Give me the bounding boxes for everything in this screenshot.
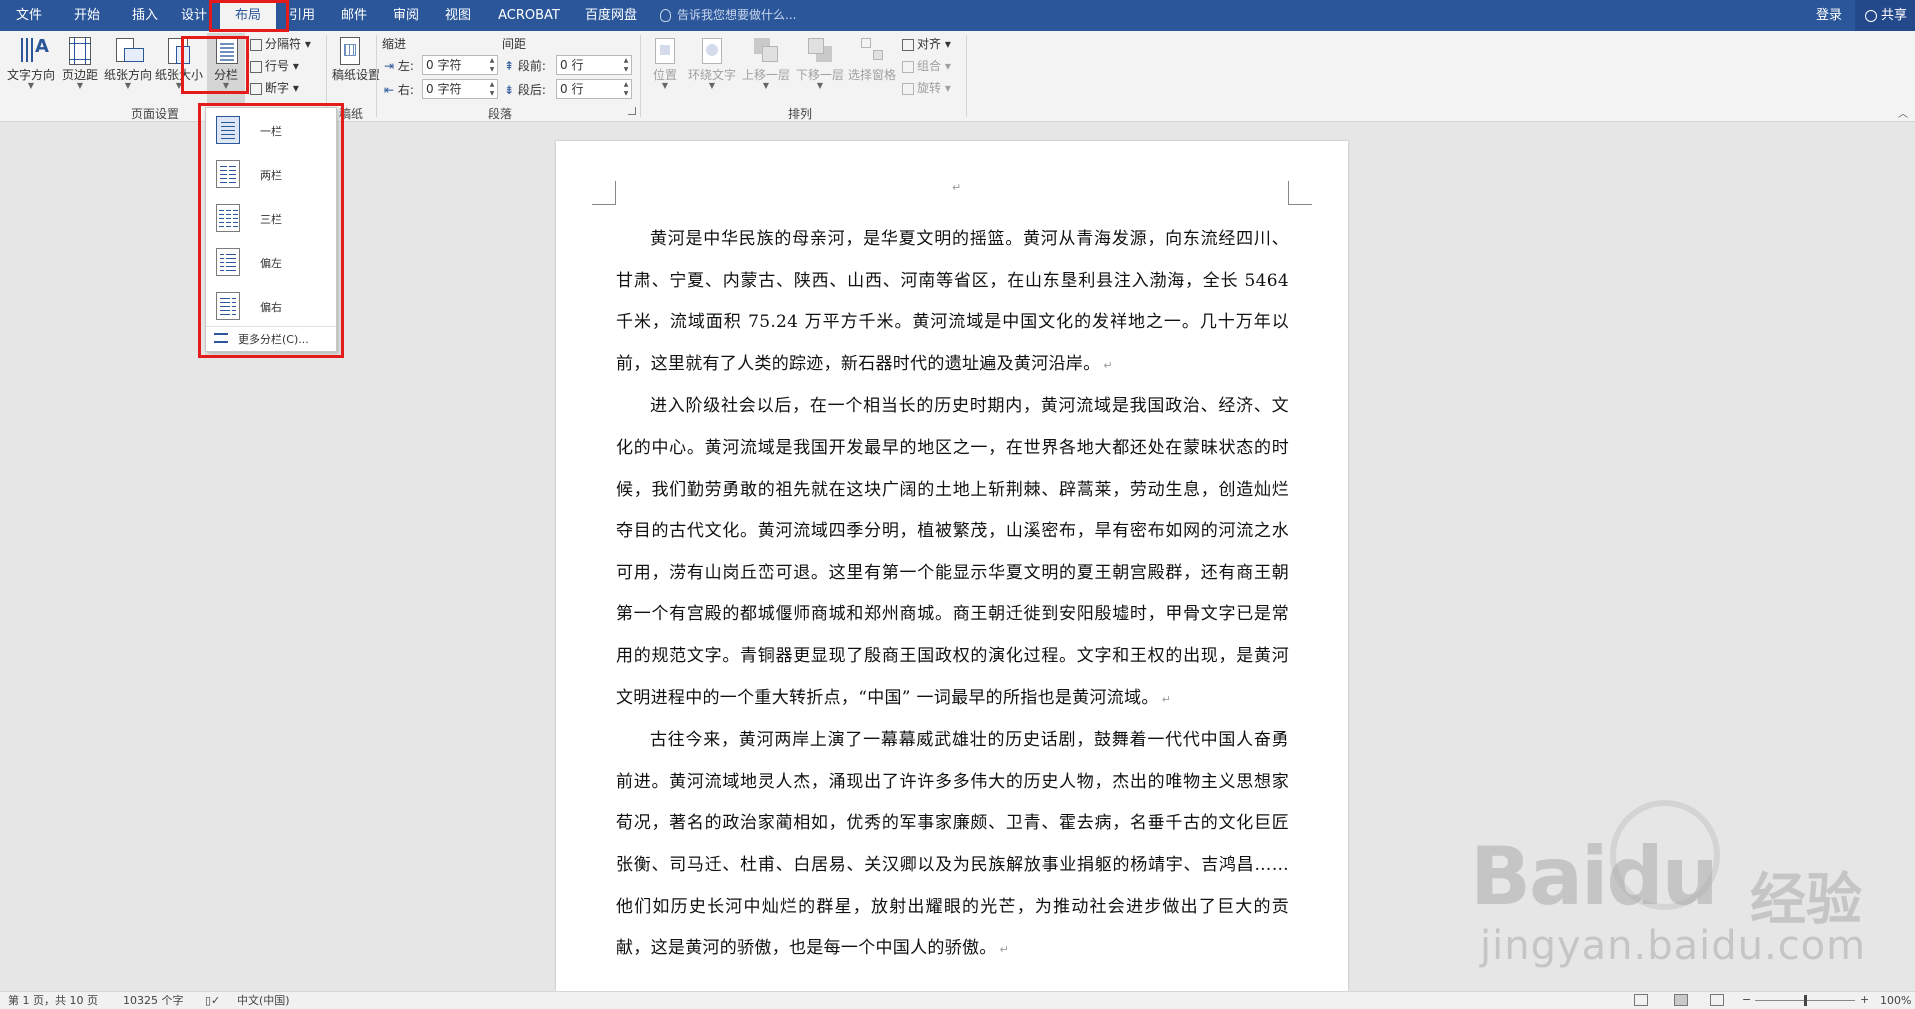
language[interactable]: 中文(中国): [237, 993, 290, 1009]
margins-button[interactable]: 页边距 ▼: [58, 33, 102, 103]
breaks-button[interactable]: 分隔符 ▾: [250, 34, 311, 54]
wrap-text-icon: [698, 36, 726, 66]
indent-right-input[interactable]: 0 字符 ▲ ▼: [422, 79, 498, 99]
hyphenation-button[interactable]: 断字 ▾: [250, 78, 299, 98]
draft-paper-button[interactable]: 稿纸设置: [332, 33, 380, 103]
status-bar: 第 1 页，共 10 页 10325 个字 ▯✓ 中文(中国) − + 100%: [0, 991, 1915, 1009]
align-button[interactable]: 对齐 ▾: [902, 34, 951, 54]
highlight-columns-button: [181, 36, 249, 94]
rotate-icon: [902, 82, 914, 95]
group-icon: [902, 60, 914, 73]
paragraph: 古往今来，黄河两岸上演了一幕幕威武雄壮的历史话剧，鼓舞着一代代中国人奋勇前进。黄…: [616, 730, 1289, 959]
paragraph-mark: ↵: [952, 181, 962, 194]
orientation-icon: [114, 36, 144, 66]
web-layout-icon[interactable]: [1710, 994, 1724, 1006]
text-direction-button[interactable]: A 文字方向 ▼: [4, 33, 58, 103]
spacing-after-input[interactable]: 0 行 ▲ ▼: [556, 79, 632, 99]
tab-view[interactable]: 视图: [432, 0, 484, 31]
person-icon: [1865, 9, 1877, 22]
tab-mailings[interactable]: 邮件: [328, 0, 380, 31]
highlight-columns-menu: [198, 103, 344, 358]
paragraph-launcher-icon[interactable]: [628, 107, 636, 115]
indent-left-label: ⇥ 左:: [384, 59, 414, 73]
crop-mark: [592, 181, 616, 205]
spin-arrows-icon: ▲ ▼: [623, 81, 629, 97]
tell-me-box[interactable]: 告诉我您想要做什么...: [660, 0, 796, 31]
indent-left-input[interactable]: 0 字符 ▲ ▼: [422, 55, 498, 75]
tab-review[interactable]: 审阅: [380, 0, 432, 31]
tell-me-text: 告诉我您想要做什么...: [677, 8, 797, 22]
arrange-group-label: 排列: [787, 107, 812, 121]
margins-icon: [66, 36, 94, 66]
spacing-after-icon: ⇟: [504, 83, 515, 97]
position-icon: [651, 36, 679, 66]
send-backward-button[interactable]: 下移一层 ▼: [794, 33, 846, 103]
bring-forward-icon: [752, 36, 780, 66]
selection-pane-icon: [858, 36, 886, 66]
share-button[interactable]: 共享: [1855, 0, 1915, 31]
tab-home[interactable]: 开始: [58, 0, 116, 31]
proofing-icon[interactable]: ▯✓: [205, 993, 220, 1009]
share-label: 共享: [1881, 8, 1908, 23]
hyphenation-icon: [250, 82, 262, 95]
spacing-header: 间距: [502, 37, 527, 51]
login-link[interactable]: 登录: [1816, 0, 1842, 31]
spacing-before-icon: ⇞: [504, 59, 515, 73]
document-page[interactable]: ↵ 黄河是中华民族的母亲河，是华夏文明的摇篮。黄河从青海发源，向东流经四川、甘肃…: [556, 141, 1348, 991]
collapse-ribbon-icon[interactable]: ︿: [1898, 105, 1908, 120]
tab-baidu-netdisk[interactable]: 百度网盘: [572, 0, 650, 31]
draft-paper-icon: [336, 36, 364, 66]
spin-arrows-icon: ▲ ▼: [489, 57, 495, 73]
paragraph: 黄河是中华民族的母亲河，是华夏文明的摇篮。黄河从青海发源，向东流经四川、甘肃、宁…: [616, 229, 1289, 374]
lightbulb-icon: [660, 9, 671, 22]
indent-header: 缩进: [382, 37, 407, 51]
zoom-in-button[interactable]: +: [1860, 992, 1869, 1008]
print-layout-icon[interactable]: [1674, 994, 1688, 1006]
zoom-slider-thumb[interactable]: [1803, 995, 1807, 1006]
tab-file[interactable]: 文件: [0, 0, 58, 31]
paragraph-group-label: 段落: [487, 107, 512, 121]
baidu-watermark: Baidu 经验 jingyan.baidu.com: [1460, 800, 1910, 1000]
tab-acrobat[interactable]: ACROBAT: [486, 0, 572, 31]
rotate-button[interactable]: 旋转 ▾: [902, 78, 951, 98]
read-mode-icon[interactable]: [1634, 994, 1648, 1006]
zoom-level[interactable]: 100%: [1880, 993, 1911, 1009]
indent-right-label: ⇤ 右:: [384, 83, 414, 97]
group-button[interactable]: 组合 ▾: [902, 56, 951, 76]
line-numbers-icon: [250, 60, 262, 73]
align-icon: [902, 38, 914, 51]
highlight-layout-tab: [209, 0, 289, 32]
send-backward-icon: [806, 36, 834, 66]
wrap-text-button[interactable]: 环绕文字 ▼: [686, 33, 738, 103]
document-body[interactable]: 黄河是中华民族的母亲河，是华夏文明的摇篮。黄河从青海发源，向东流经四川、甘肃、宁…: [616, 219, 1289, 971]
line-numbers-button[interactable]: 行号 ▾: [250, 56, 299, 76]
paragraph: 进入阶级社会以后，在一个相当长的历史时期内，黄河流域是我国政治、经济、文化的中心…: [616, 396, 1289, 708]
indent-left-icon: ⇥: [384, 59, 395, 73]
crop-mark: [1288, 181, 1312, 205]
page-setup-group-label: 页面设置: [130, 107, 179, 121]
spin-arrows-icon: ▲ ▼: [623, 57, 629, 73]
spin-arrows-icon: ▲ ▼: [489, 81, 495, 97]
position-button[interactable]: 位置 ▼: [646, 33, 684, 103]
tab-insert[interactable]: 插入: [116, 0, 174, 31]
indent-right-icon: ⇤: [384, 83, 395, 97]
spacing-before-input[interactable]: 0 行 ▲ ▼: [556, 55, 632, 75]
zoom-slider[interactable]: [1755, 995, 1855, 1006]
bring-forward-button[interactable]: 上移一层 ▼: [740, 33, 792, 103]
spacing-before-label: ⇞ 段前:: [504, 59, 546, 73]
orientation-button[interactable]: 纸张方向 ▼: [102, 33, 154, 103]
page-count[interactable]: 第 1 页，共 10 页: [8, 993, 98, 1009]
breaks-icon: [250, 38, 262, 51]
word-count[interactable]: 10325 个字: [123, 993, 184, 1009]
zoom-out-button[interactable]: −: [1742, 992, 1751, 1008]
selection-pane-button[interactable]: 选择窗格: [846, 33, 898, 103]
spacing-after-label: ⇟ 段后:: [504, 83, 546, 97]
text-direction-icon: A: [17, 36, 49, 66]
